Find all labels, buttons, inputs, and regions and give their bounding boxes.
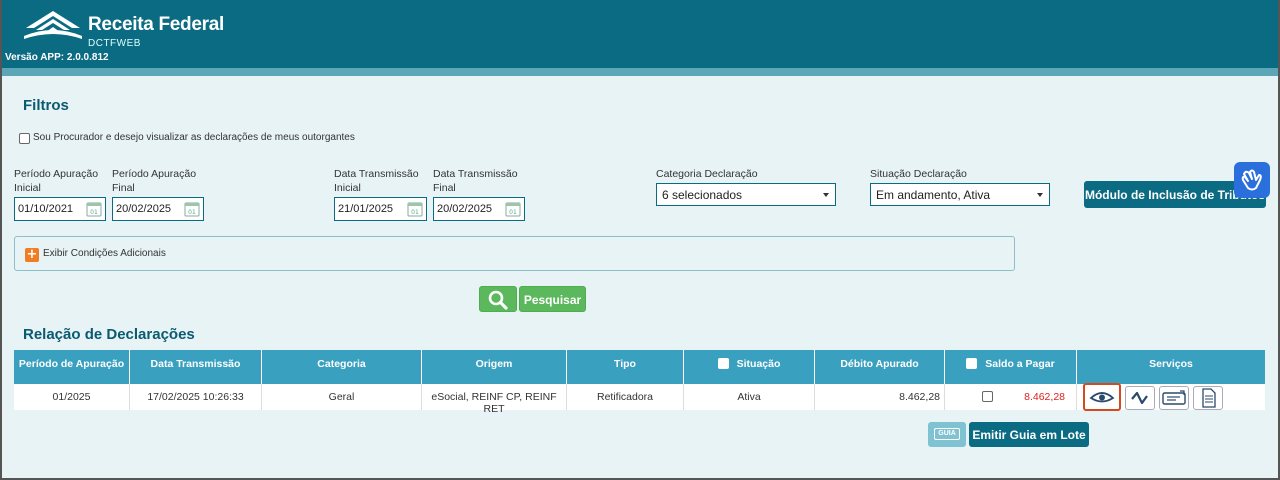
row-saldo-checkbox[interactable] — [982, 391, 993, 402]
condicoes-adicionais-panel[interactable]: + Exibir Condições Adicionais — [14, 236, 1015, 271]
sign-language-icon — [1241, 169, 1262, 191]
guia-button[interactable]: GUIA — [928, 422, 966, 447]
cell-categoria: Geral — [262, 384, 422, 410]
svg-text:01: 01 — [188, 209, 196, 216]
guia-icon: GUIA — [934, 428, 960, 440]
procurador-label: Sou Procurador e desejo visualizar as de… — [33, 132, 355, 143]
search-icon — [488, 290, 508, 310]
periodo-final-label: Período Apuração Final — [112, 168, 197, 194]
calendar-icon[interactable]: 01 — [407, 201, 423, 217]
periodo-final-input[interactable]: 20/02/2025 01 — [112, 197, 204, 221]
col-debito[interactable]: Débito Apurado — [815, 350, 945, 384]
table-row[interactable]: 01/2025 17/02/2025 10:26:33 Geral eSocia… — [14, 383, 1265, 415]
condicoes-label[interactable]: Exibir Condições Adicionais — [43, 248, 166, 259]
col-situacao[interactable]: Situação — [684, 350, 815, 384]
col-transmissao[interactable]: Data Transmissão — [130, 350, 262, 384]
cell-transmissao: 17/02/2025 10:26:33 — [130, 384, 262, 410]
situacao-select-all-checkbox[interactable] — [717, 357, 729, 369]
transmissao-inicial-input[interactable]: 21/01/2025 01 — [334, 197, 427, 221]
calendar-icon[interactable]: 01 — [86, 201, 102, 217]
svg-text:01: 01 — [509, 209, 517, 216]
brand-title: Receita Federal — [88, 14, 224, 35]
app-version: Versão APP: 2.0.0.812 — [5, 52, 109, 63]
col-periodo[interactable]: Período de Apuração — [14, 350, 130, 384]
table-header: Período de Apuração Data Transmissão Cat… — [14, 350, 1265, 384]
historico-button[interactable] — [1125, 386, 1155, 410]
cell-periodo: 01/2025 — [14, 384, 130, 410]
calendar-icon[interactable]: 01 — [184, 201, 200, 217]
pesquisar-button[interactable]: Pesquisar — [519, 286, 586, 312]
accessibility-button[interactable] — [1234, 162, 1270, 198]
transmissao-final-label: Data Transmissão Final — [433, 168, 518, 194]
declaracoes-title: Relação de Declarações — [23, 326, 195, 343]
chevron-down-icon — [1037, 193, 1043, 197]
filters-title: Filtros — [23, 97, 69, 114]
cell-tipo: Retificadora — [567, 384, 684, 410]
situacao-label: Situação Declaração — [870, 168, 967, 180]
emitir-guia-lote-button[interactable]: Emitir Guia em Lote — [969, 422, 1089, 447]
svg-text:01: 01 — [411, 209, 419, 216]
saldo-select-all-checkbox[interactable] — [966, 357, 978, 369]
header-strip — [0, 68, 1280, 76]
saldo-value: 8.462,28 — [1024, 391, 1065, 403]
recibo-button[interactable] — [1193, 386, 1223, 410]
darf-button[interactable] — [1159, 386, 1189, 410]
cell-saldo: 8.462,28 — [945, 384, 1077, 410]
brand-subtitle: DCTFWEB — [88, 38, 141, 49]
col-servicos: Serviços — [1149, 358, 1193, 370]
receipt-icon — [1162, 390, 1186, 405]
calendar-icon[interactable]: 01 — [505, 201, 521, 217]
transmissao-inicial-label: Data Transmissão Inicial — [334, 168, 419, 194]
search-icon-button[interactable] — [479, 286, 517, 312]
categoria-select[interactable]: 6 selecionados — [656, 183, 836, 206]
chart-zigzag-icon — [1131, 391, 1148, 405]
document-icon — [1202, 388, 1216, 408]
col-tipo[interactable]: Tipo — [567, 350, 684, 384]
col-origem[interactable]: Origem — [422, 350, 567, 384]
periodo-inicial-input[interactable]: 01/10/2021 01 — [14, 197, 106, 221]
col-saldo[interactable]: Saldo a Pagar — [945, 350, 1077, 384]
visualizar-button[interactable] — [1083, 383, 1121, 411]
app-header: Receita Federal DCTFWEB Versão APP: 2.0.… — [0, 0, 1280, 68]
eye-icon — [1089, 392, 1115, 403]
cell-situacao: Ativa — [684, 384, 815, 410]
plus-icon[interactable]: + — [25, 248, 39, 262]
procurador-checkbox[interactable] — [19, 133, 30, 144]
chevron-down-icon — [823, 193, 829, 197]
situacao-select[interactable]: Em andamento, Ativa — [870, 183, 1050, 206]
cell-servicos — [1077, 383, 1265, 411]
cell-origem: eSocial, REINF CP, REINF RET — [422, 384, 567, 415]
col-categoria[interactable]: Categoria — [262, 350, 422, 384]
periodo-inicial-label: Período Apuração Inicial — [14, 168, 99, 194]
svg-text:01: 01 — [90, 209, 98, 216]
categoria-label: Categoria Declaração — [656, 168, 758, 180]
cell-debito: 8.462,28 — [815, 384, 945, 410]
receita-logo-icon — [24, 11, 82, 39]
transmissao-final-input[interactable]: 20/02/2025 01 — [433, 197, 525, 221]
